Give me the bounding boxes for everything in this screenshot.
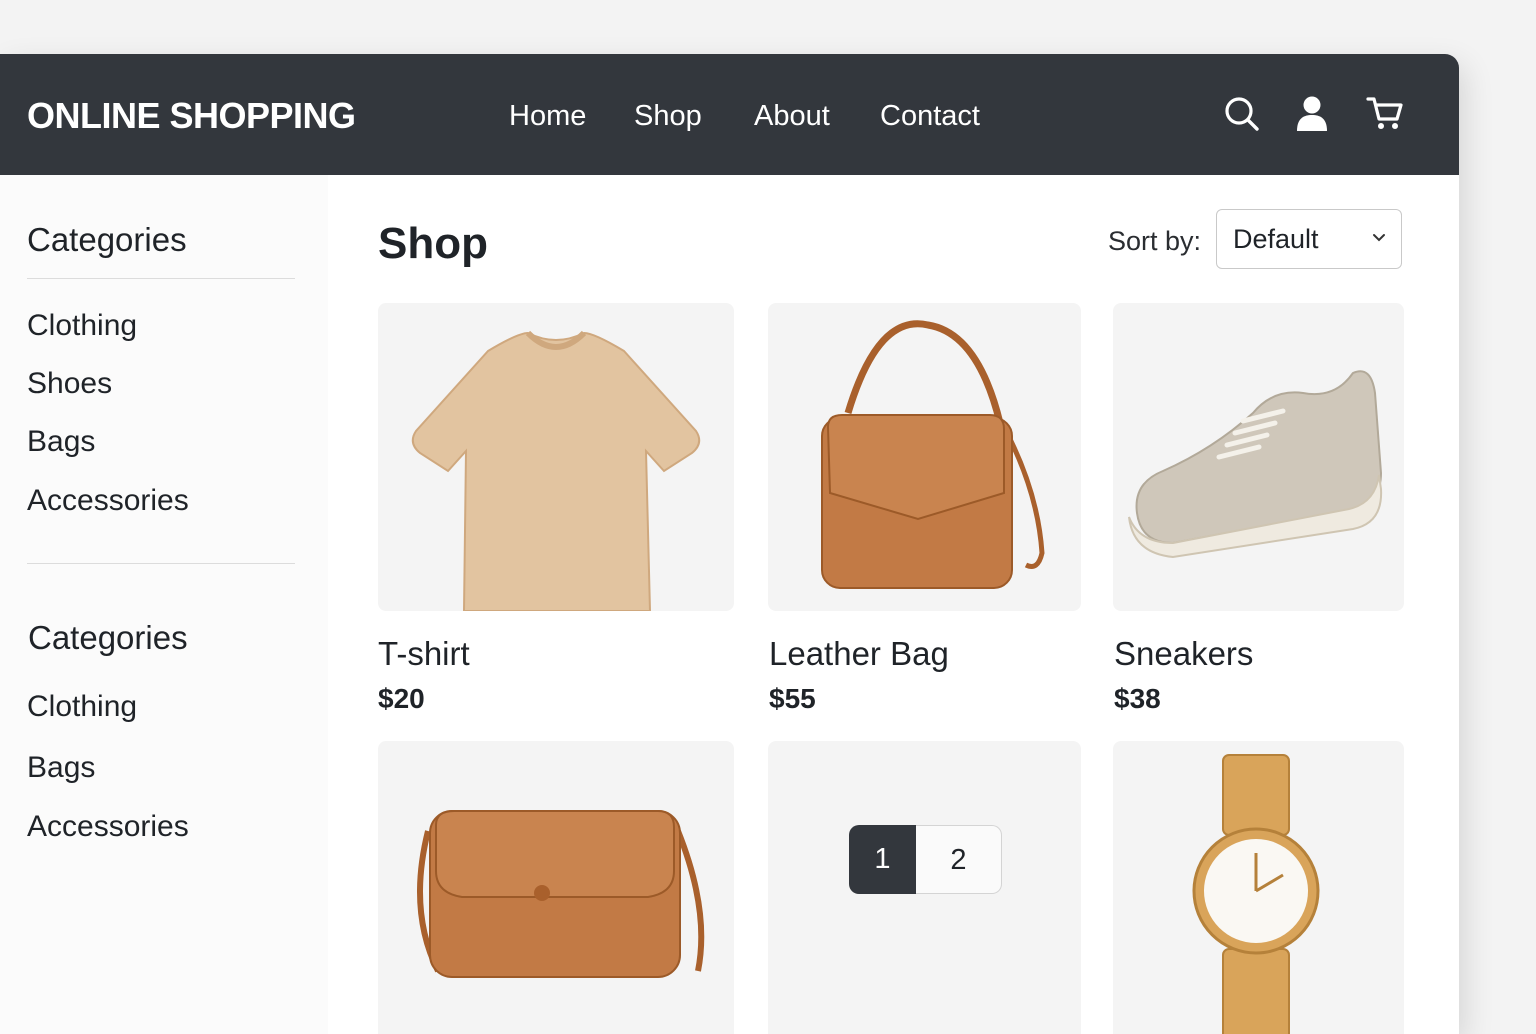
product-card-image[interactable] (768, 303, 1081, 611)
sidebar-item-accessories[interactable]: Accessories (27, 482, 189, 520)
page-2-button[interactable]: 2 (916, 825, 1002, 894)
product-price: $20 (378, 683, 425, 714)
product-name[interactable]: T-shirt (378, 634, 470, 674)
product-price: $38 (1114, 683, 1161, 714)
search-icon[interactable] (1222, 94, 1260, 132)
nav-home[interactable]: Home (509, 98, 586, 134)
sidebar-item-clothing-2[interactable]: Clothing (27, 688, 137, 726)
sort-label: Sort by: (1108, 226, 1202, 256)
sort-value: Default (1233, 224, 1319, 254)
tshirt-image (411, 330, 701, 611)
product-card-image[interactable] (378, 741, 734, 1034)
product-name[interactable]: Sneakers (1114, 634, 1253, 674)
nav-shop[interactable]: Shop (634, 98, 702, 134)
sneaker-image (1128, 370, 1383, 559)
crossbody-bag-image (417, 810, 705, 978)
sidebar-item-bags-2[interactable]: Bags (27, 749, 95, 787)
sidebar: Categories Clothing Shoes Bags Accessori… (0, 175, 328, 1034)
product-card-image[interactable] (1113, 303, 1404, 611)
top-navbar: ONLINE SHOPPING Home Shop About Contact (0, 54, 1459, 175)
shop-window: ONLINE SHOPPING Home Shop About Contact … (0, 54, 1459, 1034)
sidebar-item-shoes[interactable]: Shoes (27, 365, 112, 403)
categories-heading-2: Categories (28, 619, 188, 656)
sidebar-item-clothing[interactable]: Clothing (27, 307, 137, 345)
categories-heading: Categories (27, 221, 187, 258)
product-card-image[interactable] (378, 303, 734, 611)
chevron-down-icon (1373, 234, 1385, 242)
nav-about[interactable]: About (754, 98, 830, 134)
cart-icon[interactable] (1366, 94, 1404, 132)
user-icon[interactable] (1293, 94, 1331, 132)
sidebar-item-accessories-2[interactable]: Accessories (27, 808, 189, 846)
watch-image (1192, 754, 1320, 1034)
pagination: 1 2 (849, 825, 1003, 894)
brand-logo[interactable]: ONLINE SHOPPING (27, 94, 356, 138)
divider (27, 278, 295, 279)
page-1-button[interactable]: 1 (849, 825, 916, 894)
product-price: $55 (769, 683, 816, 714)
page-title: Shop (378, 219, 488, 268)
divider (27, 563, 295, 564)
product-name[interactable]: Leather Bag (769, 634, 949, 674)
handbag-image (821, 320, 1045, 589)
sort-select[interactable]: Default (1216, 209, 1402, 269)
nav-contact[interactable]: Contact (880, 98, 980, 134)
product-card-image[interactable] (1113, 741, 1404, 1034)
sidebar-item-bags[interactable]: Bags (27, 423, 95, 461)
